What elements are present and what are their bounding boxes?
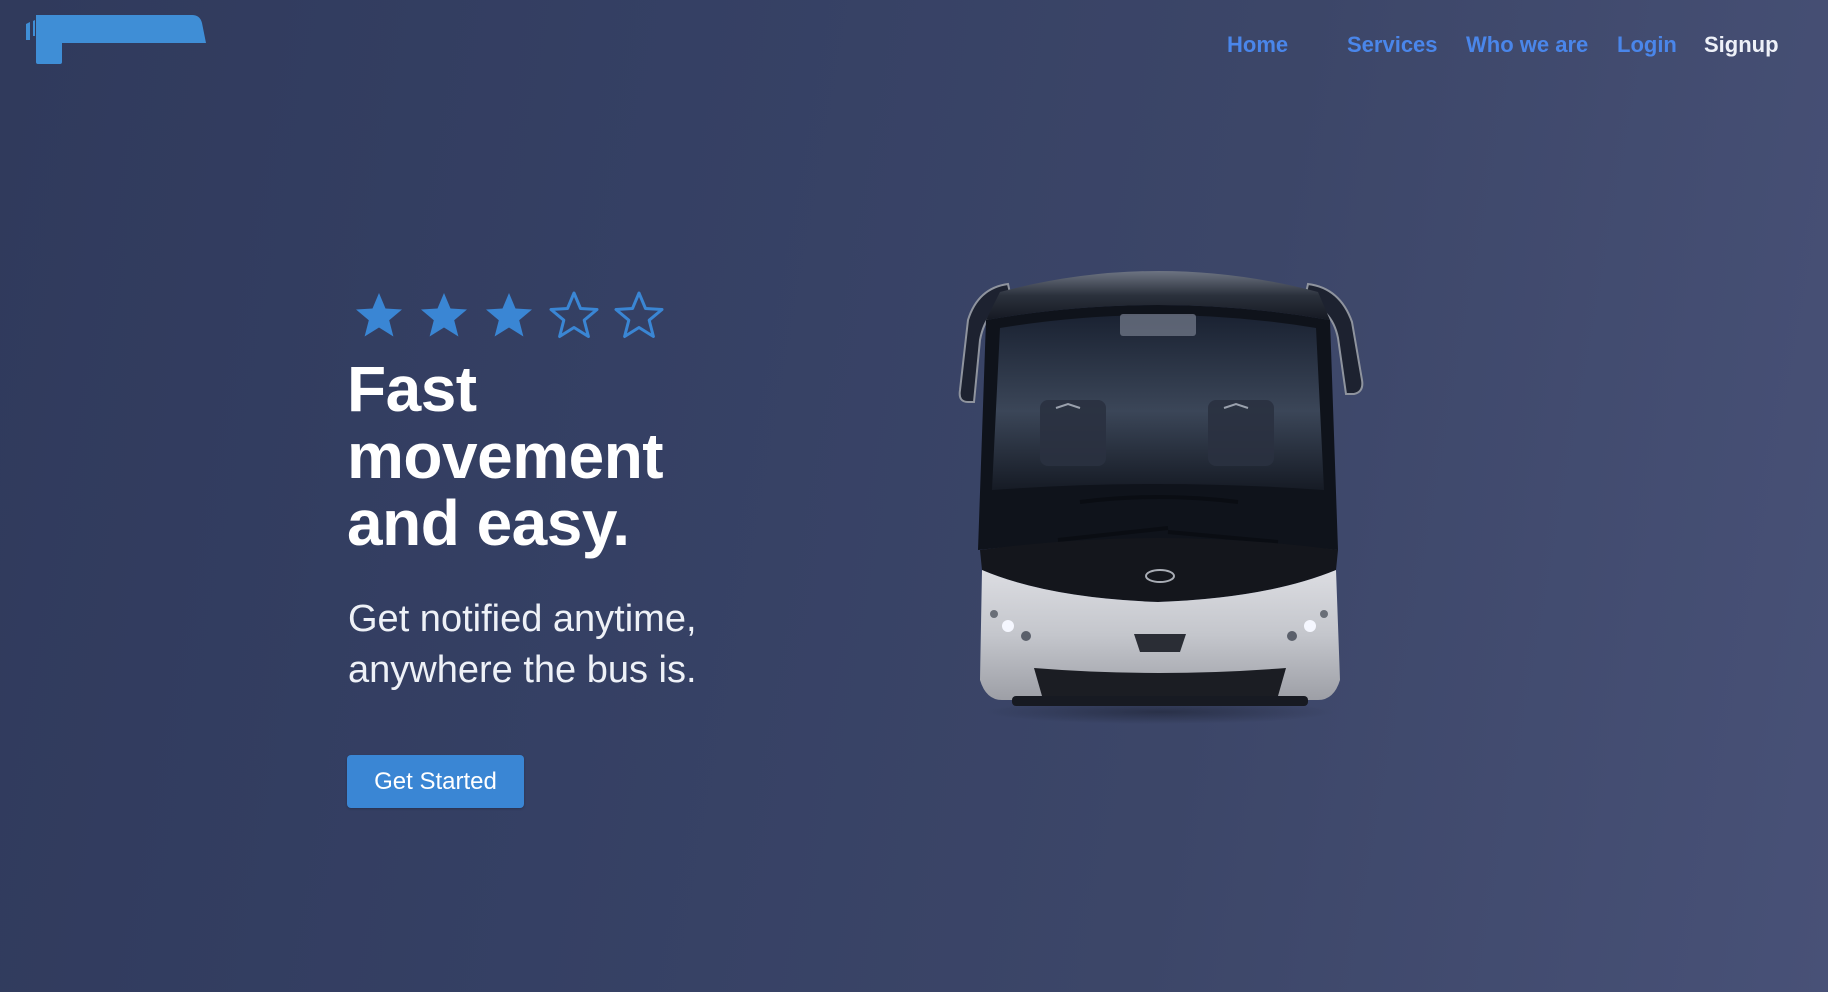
star-outline-icon [547,290,601,340]
nav-home-link[interactable]: Home [1227,30,1288,60]
nav-signup-link[interactable]: Signup [1704,30,1779,60]
star-filled-icon [417,290,471,340]
hero-headline: Fast movement and easy. [347,353,664,559]
get-started-button[interactable]: Get Started [347,755,524,808]
star-filled-icon [482,290,536,340]
nav-login-link[interactable]: Login [1617,30,1677,60]
nav-who-we-are-link[interactable]: Who we are [1466,30,1588,60]
hero-subheadline: Get notified anytime, anywhere the bus i… [348,598,697,691]
bus-logo-icon[interactable] [24,12,208,66]
star-outline-icon [612,290,666,340]
coach-bus-image [958,271,1364,724]
nav-services-link[interactable]: Services [1347,30,1438,60]
star-filled-icon [352,290,406,340]
